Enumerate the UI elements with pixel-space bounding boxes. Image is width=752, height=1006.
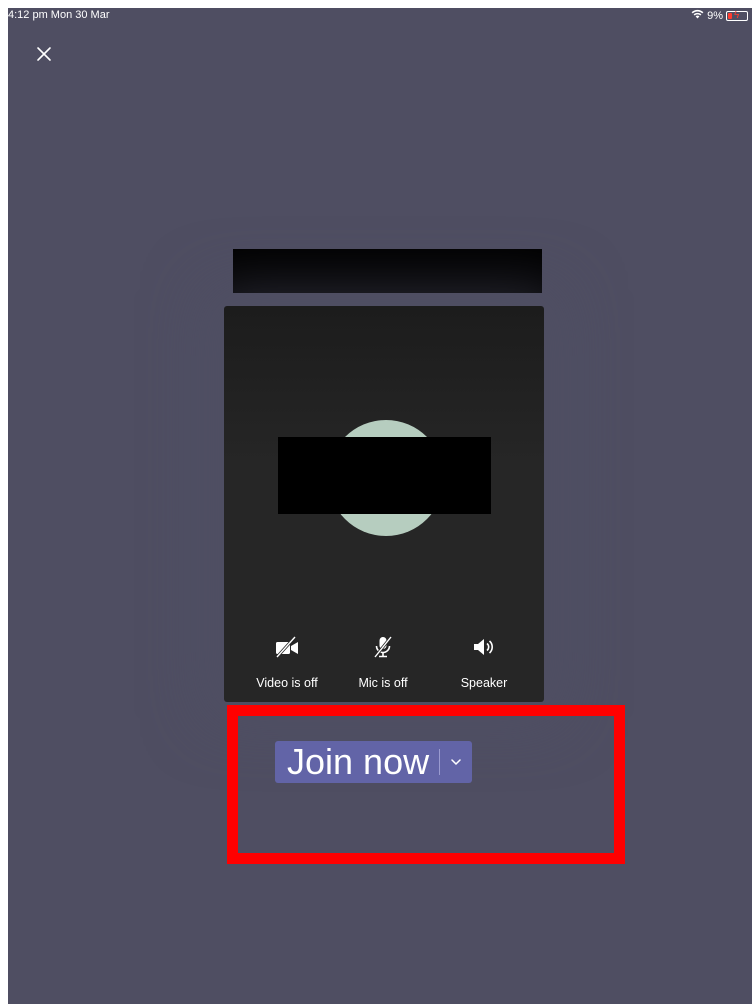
chevron-down-icon [451, 759, 461, 766]
join-options-button[interactable] [440, 741, 472, 783]
mic-toggle-button[interactable]: Mic is off [333, 632, 433, 690]
join-now-button[interactable]: Join now [275, 741, 439, 783]
mic-toggle-label: Mic is off [358, 676, 408, 690]
video-preview: Video is off Mic is off Speaker [224, 306, 544, 702]
status-time: 4:12 pm Mon 30 Mar [8, 9, 110, 21]
meeting-prejoin-screen: 4:12 pm Mon 30 Mar 9% ϟ Video is off Mic… [8, 8, 752, 1004]
video-off-icon [237, 632, 337, 662]
battery-percent: 9% [707, 9, 723, 22]
speaker-toggle-label: Speaker [460, 676, 508, 690]
avatar-initials-redacted [278, 437, 491, 514]
close-icon [37, 47, 51, 61]
device-controls: Video is off Mic is off Speaker [224, 632, 544, 702]
video-toggle-label: Video is off [256, 676, 318, 690]
video-toggle-button[interactable]: Video is off [237, 632, 337, 690]
close-button[interactable] [32, 42, 56, 66]
highlight-annotation-box [227, 705, 625, 864]
wifi-icon [691, 9, 704, 22]
battery-icon: ϟ [726, 10, 748, 21]
meeting-title-redacted [233, 249, 542, 293]
speaker-toggle-button[interactable]: Speaker [434, 632, 534, 690]
status-right: 9% ϟ [691, 9, 748, 22]
mic-off-icon [333, 632, 433, 662]
join-button-group: Join now [275, 741, 473, 783]
status-bar: 4:12 pm Mon 30 Mar 9% ϟ [8, 8, 752, 28]
speaker-icon [434, 632, 534, 662]
